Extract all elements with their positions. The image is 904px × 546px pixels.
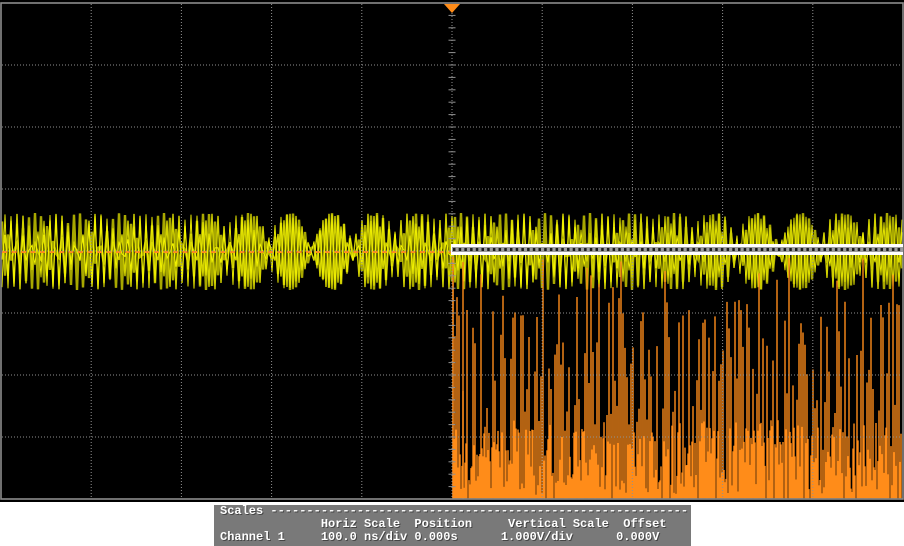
scales-panel: Scales ---------------------------------… bbox=[214, 505, 691, 546]
scales-channel1-line: Channel 1 100.0 ns/div 0.000s 1.000V/div… bbox=[214, 531, 691, 544]
clipped-white-trace bbox=[451, 244, 903, 255]
oscilloscope-screen bbox=[0, 0, 904, 502]
oscilloscope-window: Scales ---------------------------------… bbox=[0, 0, 904, 546]
